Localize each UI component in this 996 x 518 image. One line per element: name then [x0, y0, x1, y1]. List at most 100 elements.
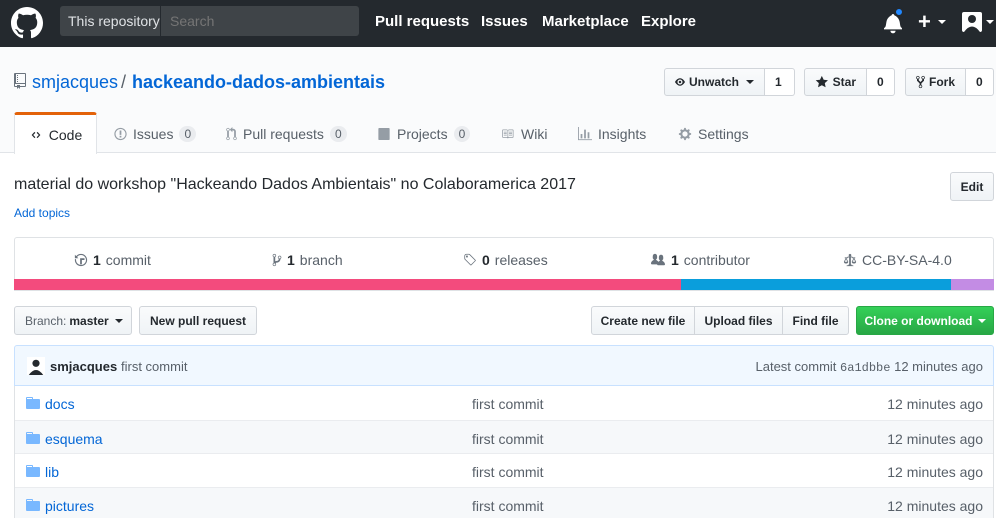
tab-code[interactable]: Code — [14, 112, 97, 154]
unwatch-button[interactable]: Unwatch — [664, 68, 765, 96]
law-icon — [843, 253, 857, 267]
file-row: docs first commit 12 minutes ago — [15, 386, 993, 420]
language-segment[interactable] — [950, 279, 994, 290]
branches-label: branch — [299, 252, 343, 268]
file-commit-message[interactable]: first commit — [472, 464, 544, 480]
watch-group: Unwatch 1 — [664, 68, 795, 96]
license-summary[interactable]: CC-BY-SA-4.0 — [843, 252, 952, 268]
file-age: 12 minutes ago — [887, 497, 983, 514]
fork-button[interactable]: Fork — [905, 68, 966, 96]
fork-icon — [916, 75, 925, 89]
add-topics-link[interactable]: Add topics — [14, 206, 70, 220]
clone-label: Clone or download — [864, 313, 973, 328]
commit-message-link[interactable]: first commit — [121, 359, 187, 374]
latest-commit-age: 12 minutes ago — [894, 359, 983, 374]
file-list: docs first commit 12 minutes ago esquema… — [14, 386, 994, 518]
commit-sha-link[interactable]: 6a1dbbe — [840, 361, 890, 375]
nav-pull-requests[interactable]: Pull requests — [375, 13, 469, 30]
tab-settings-label: Settings — [698, 126, 749, 142]
file-row: lib first commit 12 minutes ago — [15, 453, 993, 487]
github-logo-icon[interactable] — [11, 7, 43, 39]
create-new-file-button[interactable]: Create new file — [591, 306, 695, 335]
search-input[interactable] — [162, 6, 359, 36]
tab-insights[interactable]: Insights — [578, 114, 646, 154]
file-age: 12 minutes ago — [887, 464, 983, 480]
gear-icon — [678, 127, 692, 141]
people-icon — [651, 253, 665, 266]
star-count[interactable]: 0 — [867, 68, 895, 96]
issue-icon — [114, 127, 127, 141]
edit-description-button[interactable]: Edit — [950, 172, 994, 201]
file-row: pictures first commit 12 minutes ago — [15, 486, 993, 518]
clone-download-button[interactable]: Clone or download — [856, 306, 994, 335]
releases-count: 0 — [482, 252, 490, 268]
releases-summary[interactable]: 0 releases — [463, 252, 548, 268]
tab-pull-requests[interactable]: Pull requests 0 — [226, 114, 347, 154]
language-bar[interactable] — [14, 279, 994, 290]
global-header: This repository Pull requests Issues Mar… — [0, 0, 996, 47]
nav-explore[interactable]: Explore — [641, 13, 696, 30]
search-box: This repository — [60, 6, 359, 36]
commit-author-avatar[interactable] — [27, 357, 45, 375]
language-segment[interactable] — [14, 279, 682, 290]
file-name-link[interactable]: esquema — [45, 431, 103, 447]
contributors-count: 1 — [671, 252, 679, 268]
eye-icon — [675, 78, 685, 86]
file-name-link[interactable]: pictures — [45, 498, 94, 514]
latest-commit-bar: smjacques first commit Latest commit 6a1… — [14, 345, 994, 386]
file-name-link[interactable]: lib — [45, 464, 59, 480]
search-scope-label[interactable]: This repository — [60, 6, 161, 36]
fork-count[interactable]: 0 — [966, 68, 994, 96]
commits-label: commit — [105, 252, 151, 268]
branch-select-button[interactable]: Branch: master — [14, 306, 132, 335]
commit-author-link[interactable]: smjacques — [50, 359, 117, 374]
repo-owner-link[interactable]: smjacques — [32, 72, 118, 93]
repo-name-link[interactable]: hackeando-dados-ambientais — [132, 72, 385, 93]
latest-commit-prefix: Latest commit — [755, 359, 837, 374]
tab-wiki-label: Wiki — [521, 126, 548, 142]
folder-icon — [26, 431, 40, 444]
file-name-link[interactable]: docs — [45, 396, 75, 412]
file-actions: Create new file Upload files Find file — [591, 306, 849, 335]
repo-header: smjacques / hackeando-dados-ambientais U… — [0, 47, 996, 154]
tab-code-label: Code — [48, 126, 83, 143]
tab-insights-label: Insights — [598, 126, 647, 142]
branch-caret-icon — [114, 318, 123, 323]
file-commit-message[interactable]: first commit — [472, 431, 544, 447]
upload-files-button[interactable]: Upload files — [694, 306, 783, 335]
project-icon — [378, 128, 390, 140]
path-separator: / — [121, 72, 127, 92]
watch-count[interactable]: 1 — [765, 68, 795, 96]
commits-summary[interactable]: 1 commit — [74, 252, 151, 268]
folder-icon — [26, 498, 40, 511]
star-group: Star 0 — [804, 68, 895, 96]
contributors-summary[interactable]: 1 contributor — [650, 252, 750, 268]
file-row: esquema first commit 12 minutes ago — [15, 419, 993, 453]
file-commit-message[interactable]: first commit — [472, 498, 544, 514]
avatar-person-icon — [964, 15, 980, 32]
tab-issues[interactable]: Issues 0 — [114, 114, 197, 154]
file-commit-message[interactable]: first commit — [472, 396, 544, 412]
fork-group: Fork 0 — [905, 68, 994, 96]
language-segment[interactable] — [681, 279, 951, 290]
folder-icon — [26, 397, 40, 409]
watch-caret-icon — [746, 80, 754, 84]
create-new-icon[interactable]: + — [918, 9, 931, 35]
history-icon — [74, 253, 88, 267]
nav-marketplace[interactable]: Marketplace — [542, 13, 629, 30]
new-pull-request-button[interactable]: New pull request — [139, 306, 257, 335]
tab-projects[interactable]: Projects 0 — [377, 114, 471, 154]
unwatch-label: Unwatch — [688, 75, 739, 89]
branches-summary[interactable]: 1 branch — [272, 252, 343, 268]
nav-issues[interactable]: Issues — [481, 13, 528, 30]
fork-label: Fork — [928, 75, 955, 89]
find-file-button[interactable]: Find file — [782, 306, 849, 335]
folder-icon — [26, 465, 40, 477]
create-caret-icon — [938, 20, 946, 24]
user-avatar[interactable] — [962, 12, 982, 32]
star-button[interactable]: Star — [804, 68, 867, 96]
clone-caret-icon — [977, 318, 986, 323]
tab-wiki[interactable]: Wiki — [500, 114, 547, 154]
tab-settings[interactable]: Settings — [678, 114, 749, 154]
star-label: Star — [832, 75, 856, 89]
